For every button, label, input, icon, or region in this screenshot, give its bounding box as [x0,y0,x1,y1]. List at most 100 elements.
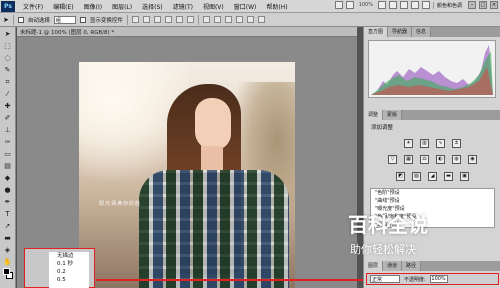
auto-select-target-dropdown[interactable]: 组 [53,15,76,24]
menu-file[interactable]: 文件(F) [18,2,48,11]
eyedropper-tool-icon[interactable]: ⁄ [2,89,14,99]
clone-stamp-tool-icon[interactable]: ⊥ [2,125,14,135]
type-tool-icon[interactable]: T [2,209,14,219]
quick-select-tool-icon[interactable]: ✎ [2,65,14,75]
eraser-tool-icon[interactable]: ▭ [2,149,14,159]
black-white-icon[interactable]: ◐ [436,155,445,164]
frame-delay-list: 无描边 0.1 秒 0.2 0.5 [49,252,89,288]
vibrance-icon[interactable]: ▽ [388,155,397,164]
histogram-graph [371,45,493,95]
history-brush-tool-icon[interactable]: ✑ [2,137,14,147]
hand-tool-icon[interactable] [377,1,386,9]
tab-adjustments[interactable]: 调整 [364,110,384,120]
rotate-view-icon[interactable] [399,1,408,9]
align-middle-icon[interactable] [142,16,150,23]
bridge-icon[interactable] [334,1,343,9]
curves-icon[interactable]: ∿ [436,139,445,148]
dropdown-item[interactable]: 0.5 [49,276,89,284]
tab-histogram[interactable]: 直方图 [364,27,389,37]
arrange-documents-icon[interactable] [410,1,419,9]
gradient-map-icon[interactable]: ▬ [444,172,453,181]
photo-canvas[interactable]: 阳光洒满你的脸 [79,62,295,288]
distribute-top-icon[interactable] [202,16,210,23]
menu-window[interactable]: 窗口(W) [229,2,262,11]
menu-select[interactable]: 选择(S) [137,2,168,11]
align-center-icon[interactable] [175,16,183,23]
zoom-tool-icon[interactable] [388,1,397,9]
menu-filter[interactable]: 滤镜(T) [168,2,198,11]
distribute-center-icon[interactable] [246,16,254,23]
align-right-icon[interactable] [186,16,194,23]
selective-color-icon[interactable]: ▣ [460,172,469,181]
pen-tool-icon[interactable]: ✒ [2,197,14,207]
photo-filter-icon[interactable]: ◍ [452,155,461,164]
preset-levels[interactable]: "色阶"预设 [371,189,494,197]
healing-brush-tool-icon[interactable]: ✚ [2,101,14,111]
brightness-contrast-icon[interactable]: ☀ [404,139,413,148]
invert-icon[interactable]: ◩ [396,172,405,181]
divider [12,14,14,25]
adjustment-icons-row-3: ◩ ▧ ◢ ▬ ▣ [364,172,500,181]
baike-watermark: 百科全说 助你轻松解决 [338,203,498,265]
frame-delay-dropdown[interactable]: 无描边 0.1 秒 0.2 0.5 [24,248,95,288]
color-balance-icon[interactable]: ⚖ [420,155,429,164]
shape-tool-icon[interactable]: ▬ [2,233,14,243]
distribute-bottom-icon[interactable] [224,16,232,23]
channel-mixer-icon[interactable]: ◉ [468,155,477,164]
align-bottom-icon[interactable] [153,16,161,23]
menu-view[interactable]: 视图(V) [198,2,229,11]
histogram-chart [368,40,496,98]
brush-tool-icon[interactable]: ✐ [2,113,14,123]
tab-navigator[interactable]: 导航器 [388,27,413,37]
move-tool-icon[interactable]: ➤ [3,16,9,24]
watermark-title: 百科全说 [348,213,428,237]
maximize-icon[interactable]: □ [479,1,487,9]
hand-tool-icon[interactable]: ✋ [2,257,14,267]
zoom-level[interactable]: 100% [357,2,375,8]
dodge-tool-icon[interactable]: ● [2,185,14,195]
adjustment-icons-row-2: ▽ ▦ ⚖ ◐ ◍ ◉ [364,155,500,164]
menu-edit[interactable]: 编辑(E) [48,2,78,11]
crop-tool-icon[interactable]: ⌗ [2,77,14,87]
dropdown-item[interactable]: 无描边 [49,252,89,260]
blur-tool-icon[interactable]: ◆ [2,173,14,183]
threshold-icon[interactable]: ◢ [428,172,437,181]
hue-saturation-icon[interactable]: ▦ [404,155,413,164]
minimize-icon[interactable]: – [468,1,476,9]
menu-image[interactable]: 图像(I) [79,2,107,11]
show-transform-checkbox[interactable] [79,16,86,23]
levels-icon[interactable]: ▥ [420,139,429,148]
histogram-panel-tabs: 直方图 导航器 信息 [364,27,500,37]
gradient-tool-icon[interactable]: ▤ [2,161,14,171]
dropdown-item[interactable]: 0.2 [49,268,89,276]
document-tab[interactable]: 未标题-1 @ 100% (图层 0, RGB/8) * [17,27,357,37]
dropdown-item[interactable]: 0.1 秒 [49,260,89,268]
move-tool-icon[interactable]: ➤ [2,29,14,39]
distribute-middle-icon[interactable] [213,16,221,23]
adjustment-icons-row-1: ☀ ▥ ∿ ± [364,139,500,148]
layer-blend-opacity-bar: 正常 不透明度: 100% [366,273,499,285]
opacity-input[interactable]: 100% [429,275,448,283]
auto-select-checkbox[interactable] [17,16,24,23]
3d-tool-icon[interactable]: ◈ [2,245,14,255]
tab-masks[interactable]: 蒙版 [383,110,403,120]
exposure-icon[interactable]: ± [452,139,461,148]
woman-face [195,98,231,150]
minibridge-icon[interactable] [345,1,354,9]
tab-info[interactable]: 信息 [412,27,432,37]
close-icon[interactable]: × [490,1,498,9]
path-select-tool-icon[interactable]: ➚ [2,221,14,231]
menu-layer[interactable]: 图层(L) [107,2,137,11]
align-left-icon[interactable] [164,16,172,23]
screen-mode-icon[interactable] [421,1,430,9]
lasso-tool-icon[interactable]: ◌ [2,53,14,63]
blend-mode-dropdown[interactable]: 正常 [370,275,400,283]
distribute-left-icon[interactable] [235,16,243,23]
workspace-switcher[interactable]: 颜色和色调 [432,1,465,9]
posterize-icon[interactable]: ▧ [412,172,421,181]
menu-help[interactable]: 帮助(H) [261,2,292,11]
distribute-right-icon[interactable] [257,16,265,23]
foreground-color-swatch[interactable] [3,268,10,275]
align-top-icon[interactable] [131,16,139,23]
marquee-tool-icon[interactable]: ⬚ [2,41,14,51]
